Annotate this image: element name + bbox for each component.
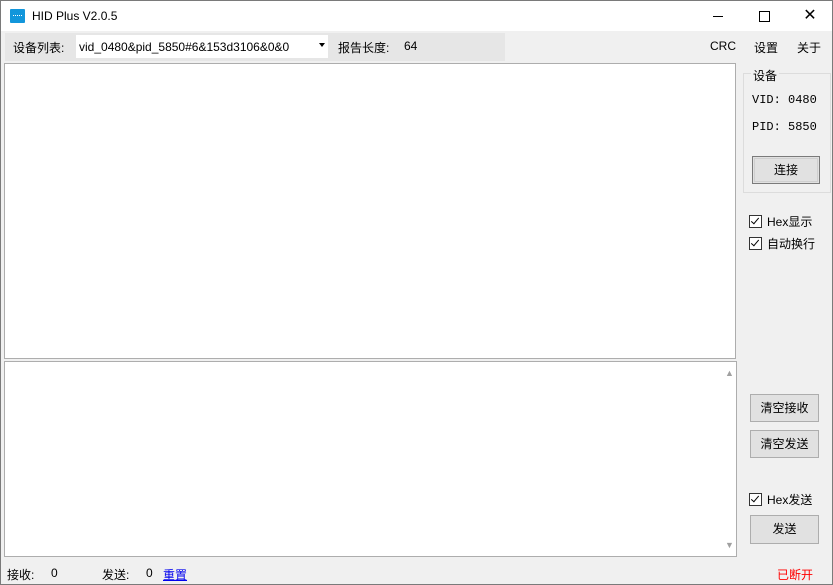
reset-link[interactable]: 重置 bbox=[163, 566, 187, 583]
usb-hid-icon bbox=[10, 9, 25, 23]
hex-display-option[interactable]: Hex显示 bbox=[749, 213, 812, 230]
report-length-value: 64 bbox=[404, 39, 418, 53]
maximize-button[interactable] bbox=[741, 1, 787, 31]
hex-display-label: Hex显示 bbox=[767, 215, 813, 229]
window-title: HID Plus V2.0.5 bbox=[32, 9, 118, 23]
connect-button[interactable]: 连接 bbox=[752, 156, 820, 184]
hex-send-option[interactable]: Hex发送 bbox=[749, 491, 812, 508]
recv-count-label: 接收: bbox=[7, 568, 35, 582]
send-textarea[interactable]: ▲ ▼ bbox=[4, 361, 737, 557]
auto-wrap-label: 自动换行 bbox=[767, 237, 816, 251]
send-button[interactable]: 发送 bbox=[750, 515, 819, 544]
close-icon: ✕ bbox=[803, 7, 817, 24]
auto-wrap-option[interactable]: 自动换行 bbox=[749, 235, 815, 252]
device-toolbar: 设备列表: vid_0480&pid_5850#6&153d3106&0&0 报… bbox=[5, 33, 505, 61]
send-scrollbar[interactable]: ▲ ▼ bbox=[720, 362, 736, 556]
report-length-label: 报告长度: bbox=[338, 41, 390, 55]
maximize-icon bbox=[758, 10, 770, 22]
receive-textarea[interactable] bbox=[4, 63, 736, 359]
minimize-icon bbox=[713, 15, 723, 17]
hex-send-label: Hex发送 bbox=[767, 493, 813, 507]
device-group-title: 设备 bbox=[751, 67, 780, 84]
scroll-down-icon[interactable]: ▼ bbox=[725, 540, 734, 550]
device-dropdown[interactable]: vid_0480&pid_5850#6&153d3106&0&0 bbox=[76, 35, 328, 58]
menu-settings[interactable]: 设置 bbox=[754, 39, 778, 56]
status-bar: 接收: 0 发送: 0 重置 已断开 bbox=[1, 561, 832, 584]
minimize-button[interactable] bbox=[695, 1, 741, 31]
menu-about[interactable]: 关于 bbox=[797, 39, 821, 56]
scroll-up-icon[interactable]: ▲ bbox=[725, 368, 734, 378]
device-dropdown-value: vid_0480&pid_5850#6&153d3106&0&0 bbox=[79, 40, 290, 54]
title-bar[interactable]: HID Plus V2.0.5 ✕ bbox=[1, 1, 832, 31]
close-button[interactable]: ✕ bbox=[787, 1, 833, 31]
pid-value: PID: 5850 bbox=[752, 120, 817, 134]
clear-send-button[interactable]: 清空发送 bbox=[750, 430, 819, 458]
hex-send-checkbox[interactable] bbox=[749, 493, 762, 506]
auto-wrap-checkbox[interactable] bbox=[749, 237, 762, 250]
recv-count-value: 0 bbox=[51, 566, 58, 580]
device-list-label: 设备列表: bbox=[13, 41, 65, 55]
connection-status: 已断开 bbox=[777, 568, 814, 582]
hex-display-checkbox[interactable] bbox=[749, 215, 762, 228]
send-count-value: 0 bbox=[146, 566, 153, 580]
vid-value: VID: 0480 bbox=[752, 93, 817, 107]
chevron-down-icon[interactable] bbox=[319, 43, 325, 47]
main-window: HID Plus V2.0.5 ✕ 设备列表: vid_0480&pid_585… bbox=[0, 0, 833, 585]
clear-receive-button[interactable]: 清空接收 bbox=[750, 394, 819, 422]
send-count-label: 发送: bbox=[102, 568, 130, 582]
menu-crc[interactable]: CRC bbox=[710, 39, 736, 53]
